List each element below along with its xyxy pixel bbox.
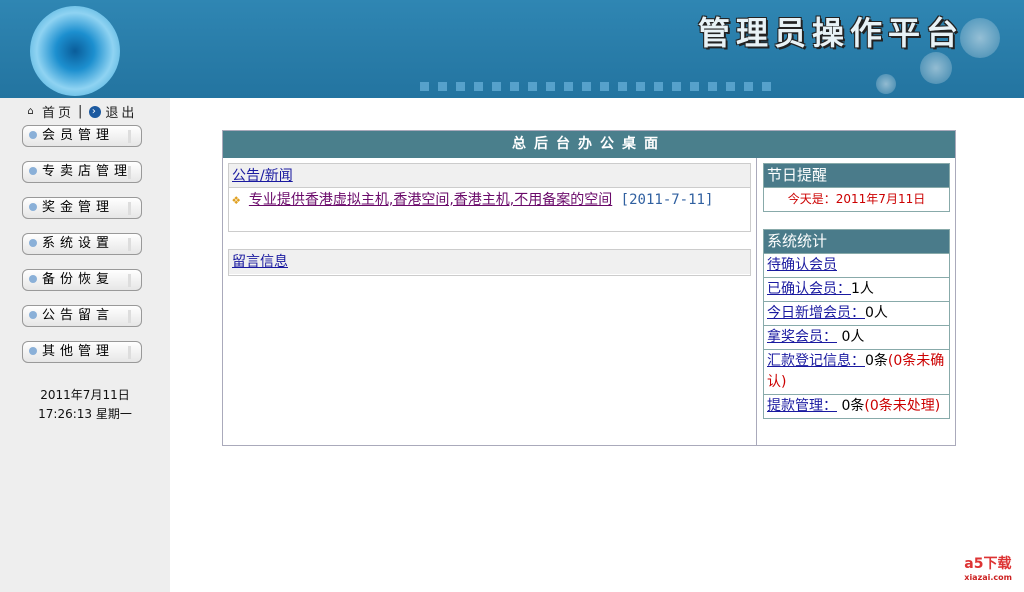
menu-label: 公告留言 xyxy=(42,308,115,323)
stats-value: 0条 xyxy=(865,353,888,369)
bullet-icon xyxy=(29,131,37,139)
stats-row: 已确认会员：1人 xyxy=(764,277,949,301)
stats-link[interactable]: 提款管理： xyxy=(767,398,837,414)
news-item: ❖ 专业提供香港虚拟主机,香港空间,香港主机,不用备案的空间 [2011-7-1… xyxy=(229,188,750,212)
bullet-icon xyxy=(29,275,37,283)
messages-header-link[interactable]: 留言信息 xyxy=(232,254,288,270)
reminder-header: 节日提醒 xyxy=(764,164,949,187)
menu-notices-messages[interactable]: 公告留言 xyxy=(22,305,142,327)
sidebar: ⌂ 首页 | › 退出 会员管理 专卖店管理 奖金管理 系统设置 备份恢复 公告… xyxy=(0,98,170,592)
menu-store-management[interactable]: 专卖店管理 xyxy=(22,161,142,183)
separator: | xyxy=(78,104,86,119)
bullet-icon xyxy=(29,347,37,355)
reminder-box: 节日提醒 今天是：2011年7月11日 xyxy=(763,163,950,212)
stats-link[interactable]: 已确认会员： xyxy=(767,281,851,297)
menu-backup-restore[interactable]: 备份恢复 xyxy=(22,269,142,291)
top-links: ⌂ 首页 | › 退出 xyxy=(26,102,137,121)
clock-date: 2011年7月11日 xyxy=(40,388,130,402)
menu-label: 专卖店管理 xyxy=(42,164,133,179)
logout-icon: › xyxy=(89,105,102,118)
stats-link[interactable]: 拿奖会员： xyxy=(767,329,837,345)
stats-link[interactable]: 待确认会员 xyxy=(767,257,837,273)
menu-system-settings[interactable]: 系统设置 xyxy=(22,233,142,255)
bullet-icon xyxy=(29,239,37,247)
app-title: 管理员操作平台 xyxy=(697,14,964,52)
menu-other-management[interactable]: 其他管理 xyxy=(22,341,142,363)
clock: 2011年7月11日 17:26:13 星期一 xyxy=(0,386,170,424)
home-icon: ⌂ xyxy=(27,105,37,117)
stats-row: 拿奖会员： 0人 xyxy=(764,325,949,349)
menu-member-management[interactable]: 会员管理 xyxy=(22,125,142,147)
stats-value: 0条 xyxy=(837,398,865,414)
home-link[interactable]: 首页 xyxy=(42,102,74,121)
desktop-panel: 总后台办公桌面 公告/新闻 ❖ 专业提供香港虚拟主机,香港空间,香港主机,不用备… xyxy=(222,130,956,446)
reminder-text: 今天是：2011年7月11日 xyxy=(764,187,949,211)
stats-row: 提款管理： 0条(0条未处理) xyxy=(764,394,949,418)
news-header-link[interactable]: 公告/新闻 xyxy=(232,168,293,184)
stats-row: 今日新增会员：0人 xyxy=(764,301,949,325)
menu-label: 备份恢复 xyxy=(42,272,115,287)
news-date: [2011-7-11] xyxy=(620,192,714,208)
watermark-logo: a5下载 xiazai.com xyxy=(964,553,1012,582)
diamond-bullet-icon: ❖ xyxy=(232,192,241,208)
logout-link[interactable]: 退出 xyxy=(105,102,137,121)
news-title-link[interactable]: 专业提供香港虚拟主机,香港空间,香港主机,不用备案的空间 xyxy=(249,192,612,208)
bullet-icon xyxy=(29,203,37,211)
menu-label: 会员管理 xyxy=(42,128,115,143)
stats-value: 1人 xyxy=(851,281,874,297)
stats-extra: (0条未处理) xyxy=(864,398,941,414)
menu-label: 其他管理 xyxy=(42,344,115,359)
menu-label: 系统设置 xyxy=(42,236,115,251)
stats-header: 系统统计 xyxy=(764,230,949,253)
stats-row: 待确认会员 xyxy=(764,253,949,277)
menu-bonus-management[interactable]: 奖金管理 xyxy=(22,197,142,219)
stats-box: 系统统计 待确认会员 已确认会员：1人 今日新增会员：0人 拿奖会员： 0人 汇… xyxy=(763,229,950,419)
bullet-icon xyxy=(29,167,37,175)
panel-title: 总后台办公桌面 xyxy=(223,131,955,158)
header-banner: 管理员操作平台 xyxy=(0,0,1024,98)
logo-orb xyxy=(30,6,120,96)
watermark-site: xiazai.com xyxy=(964,573,1012,582)
stats-link[interactable]: 今日新增会员： xyxy=(767,305,865,321)
menu-label: 奖金管理 xyxy=(42,200,115,215)
stats-link[interactable]: 汇款登记信息： xyxy=(767,353,865,369)
messages-box: 留言信息 xyxy=(228,249,751,276)
clock-time: 17:26:13 星期一 xyxy=(38,407,132,421)
bullet-icon xyxy=(29,311,37,319)
watermark-brand: a5下载 xyxy=(964,556,1012,572)
news-box: 公告/新闻 ❖ 专业提供香港虚拟主机,香港空间,香港主机,不用备案的空间 [20… xyxy=(228,163,751,232)
stats-value: 0人 xyxy=(865,305,888,321)
stats-row: 汇款登记信息：0条(0条未确认) xyxy=(764,349,949,394)
stats-value: 0人 xyxy=(837,329,865,345)
